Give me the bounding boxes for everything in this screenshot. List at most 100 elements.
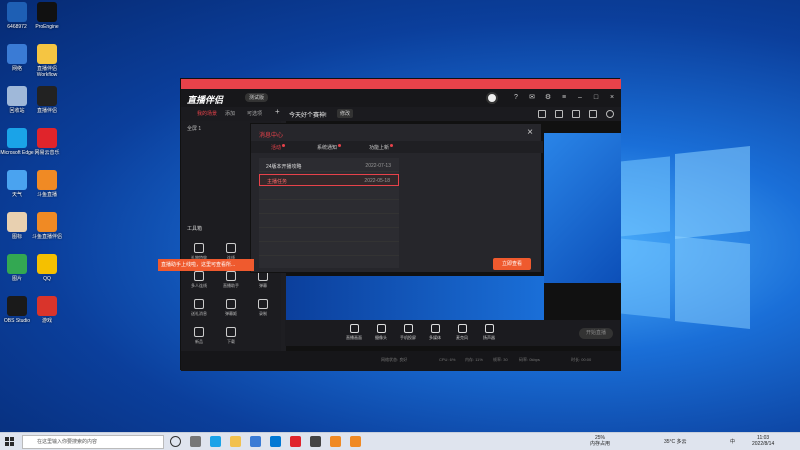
clock[interactable]: 11:03 2022/8/14	[752, 435, 774, 447]
desktop-icon-label: 天气	[11, 192, 22, 198]
status-memory: 内存: 11%	[465, 357, 483, 362]
desktop-icon[interactable]: 回收站	[0, 86, 34, 114]
desktop-icon[interactable]: 斗鱼直播	[30, 170, 64, 198]
tab-new-features[interactable]: 功能上新	[369, 144, 394, 151]
desktop-icon[interactable]: 天气	[0, 170, 34, 198]
desktop-icon-label: 斗鱼直播	[36, 192, 57, 198]
start-live-button[interactable]: 开始直播	[579, 328, 613, 339]
edge-icon[interactable]	[210, 436, 221, 447]
toolbar-item[interactable]: 多媒体	[424, 324, 446, 341]
tool-label: 直播助手	[223, 283, 239, 288]
list-item	[259, 216, 399, 228]
view-now-button[interactable]: 立即查看	[493, 258, 531, 270]
message-center-dialog: 消息中心 × 活动 系统通知 功能上新 24版本开播攻略 2022-07-13 …	[250, 123, 543, 273]
close-icon[interactable]: ×	[607, 93, 617, 103]
toolbar-label: 摄像头	[375, 335, 387, 340]
toolbar-item[interactable]: 麦克风	[451, 324, 473, 341]
modify-button[interactable]: 修改	[337, 109, 354, 118]
tool-item[interactable]: 弹幕姬	[217, 299, 245, 317]
toolbar-item[interactable]: 摄像头	[370, 324, 392, 341]
desktop-icon[interactable]: 网络	[0, 44, 34, 72]
desktop-icon[interactable]: ProEngine	[30, 2, 64, 30]
app-icon	[7, 296, 27, 316]
desktop-icon[interactable]: OBS Studio	[0, 296, 34, 324]
version-badge[interactable]: 测试版	[245, 93, 269, 102]
app-brand: 直播伴侣	[187, 95, 224, 105]
screen-icon[interactable]	[589, 110, 597, 118]
search-input[interactable]: 在这里输入你要搜索的内容	[22, 435, 164, 449]
input-language[interactable]: 中	[730, 439, 735, 445]
tool-item[interactable]: 下载	[217, 327, 245, 345]
list-item	[259, 202, 399, 214]
toolbar-icon	[430, 324, 440, 333]
app-icon	[7, 128, 27, 148]
weather-widget[interactable]: 35°C 多云	[664, 439, 687, 445]
store-icon[interactable]	[250, 436, 261, 447]
tool-item[interactable]: 录制	[249, 299, 277, 317]
recording-bar	[181, 79, 621, 89]
tool-item[interactable]: 直播助手	[217, 271, 245, 289]
toolbar-label: 麦克风	[456, 335, 468, 340]
desktop-icon[interactable]: 游戏	[30, 296, 64, 324]
source-toolbar: 直播画面 摄像头 手机投屏 多媒体 麦克风 扬声器 开始直播	[285, 320, 620, 346]
memory-widget[interactable]: 25% 内存占用	[590, 435, 610, 447]
list-item[interactable]: 24版本开播攻略 2022-07-13	[259, 160, 399, 172]
mail-icon[interactable]	[270, 436, 281, 447]
avatar[interactable]	[486, 92, 498, 104]
toolbar-item[interactable]: 手机投屏	[397, 324, 419, 341]
desktop-icon[interactable]: 斗鱼直播伴侣	[30, 212, 64, 240]
list-item	[259, 230, 399, 242]
desktop-icon[interactable]: Microsoft Edge	[0, 128, 34, 156]
desktop-icon-label: QQ	[43, 276, 51, 282]
app-icon	[37, 254, 57, 274]
toolbar-item[interactable]: 扬声器	[478, 324, 500, 341]
gift-icon[interactable]	[538, 110, 546, 118]
minimize-icon[interactable]: –	[575, 93, 585, 103]
live-companion-icon[interactable]	[310, 436, 321, 447]
netease-icon[interactable]	[290, 436, 301, 447]
dialog-close-icon[interactable]: ×	[527, 127, 533, 138]
taskbar: 在这里输入你要搜索的内容 25% 内存占用 35°C 多云 中 11:03 2022…	[0, 432, 800, 450]
desktop-icon[interactable]: 直播伴侣	[30, 86, 64, 114]
explorer-icon[interactable]	[230, 436, 241, 447]
tool-item[interactable]: 弹幕	[249, 271, 277, 289]
settings-icon[interactable]: ⚙	[543, 93, 553, 103]
douyu-companion-icon[interactable]	[350, 436, 361, 447]
desktop-icon[interactable]: 6468972	[0, 2, 34, 30]
add-scene-icon[interactable]: +	[275, 107, 280, 116]
help-icon[interactable]: ?	[511, 93, 521, 103]
desktop-icon[interactable]: 网易云音乐	[30, 128, 64, 156]
tool-item[interactable]: 送礼消息	[185, 299, 213, 317]
assistant-toast[interactable]: 直播助手上线啦，这里可查看所...	[158, 259, 254, 271]
tool-item[interactable]: 多人连线	[185, 271, 213, 289]
tool-item[interactable]: 新品	[185, 327, 213, 345]
cortana-icon[interactable]	[170, 436, 181, 447]
desktop-icon[interactable]: 图标	[0, 212, 34, 240]
start-button[interactable]	[5, 437, 15, 447]
app-icon	[37, 212, 57, 232]
lock-icon[interactable]	[555, 110, 563, 118]
desktop-icon[interactable]: QQ	[30, 254, 64, 282]
desktop-icon[interactable]: 直播伴侣 Workflow	[30, 44, 64, 78]
tool-icon	[226, 327, 236, 337]
tab-add[interactable]: 添加	[225, 110, 235, 117]
tab-my-scene[interactable]: 我的场景	[197, 110, 217, 117]
tab-activity[interactable]: 活动	[271, 144, 286, 151]
scene-label[interactable]: 全屏 1	[187, 125, 201, 132]
desktop-icon-label: 网络	[11, 66, 22, 72]
desktop-icon[interactable]: 图片	[0, 254, 34, 282]
box-icon[interactable]	[572, 110, 580, 118]
message-icon[interactable]: ✉	[527, 93, 537, 103]
maximize-icon[interactable]: □	[591, 93, 601, 103]
desktop-icon-label: Microsoft Edge	[0, 150, 34, 156]
task-view-icon[interactable]	[190, 436, 201, 447]
share-icon[interactable]	[606, 110, 614, 118]
list-item-selected[interactable]: 主播任务 2022-05-18	[259, 174, 399, 186]
status-bitrate: 码率: 0kbps	[519, 357, 540, 362]
tab-system-notice[interactable]: 系统通知	[317, 144, 342, 151]
tab-options[interactable]: 可选项	[247, 110, 262, 117]
menu-icon[interactable]: ≡	[559, 93, 569, 103]
stream-title: 今天好个赛神!	[289, 113, 327, 119]
douyu-icon[interactable]	[330, 436, 341, 447]
toolbar-item[interactable]: 直播画面	[343, 324, 365, 341]
